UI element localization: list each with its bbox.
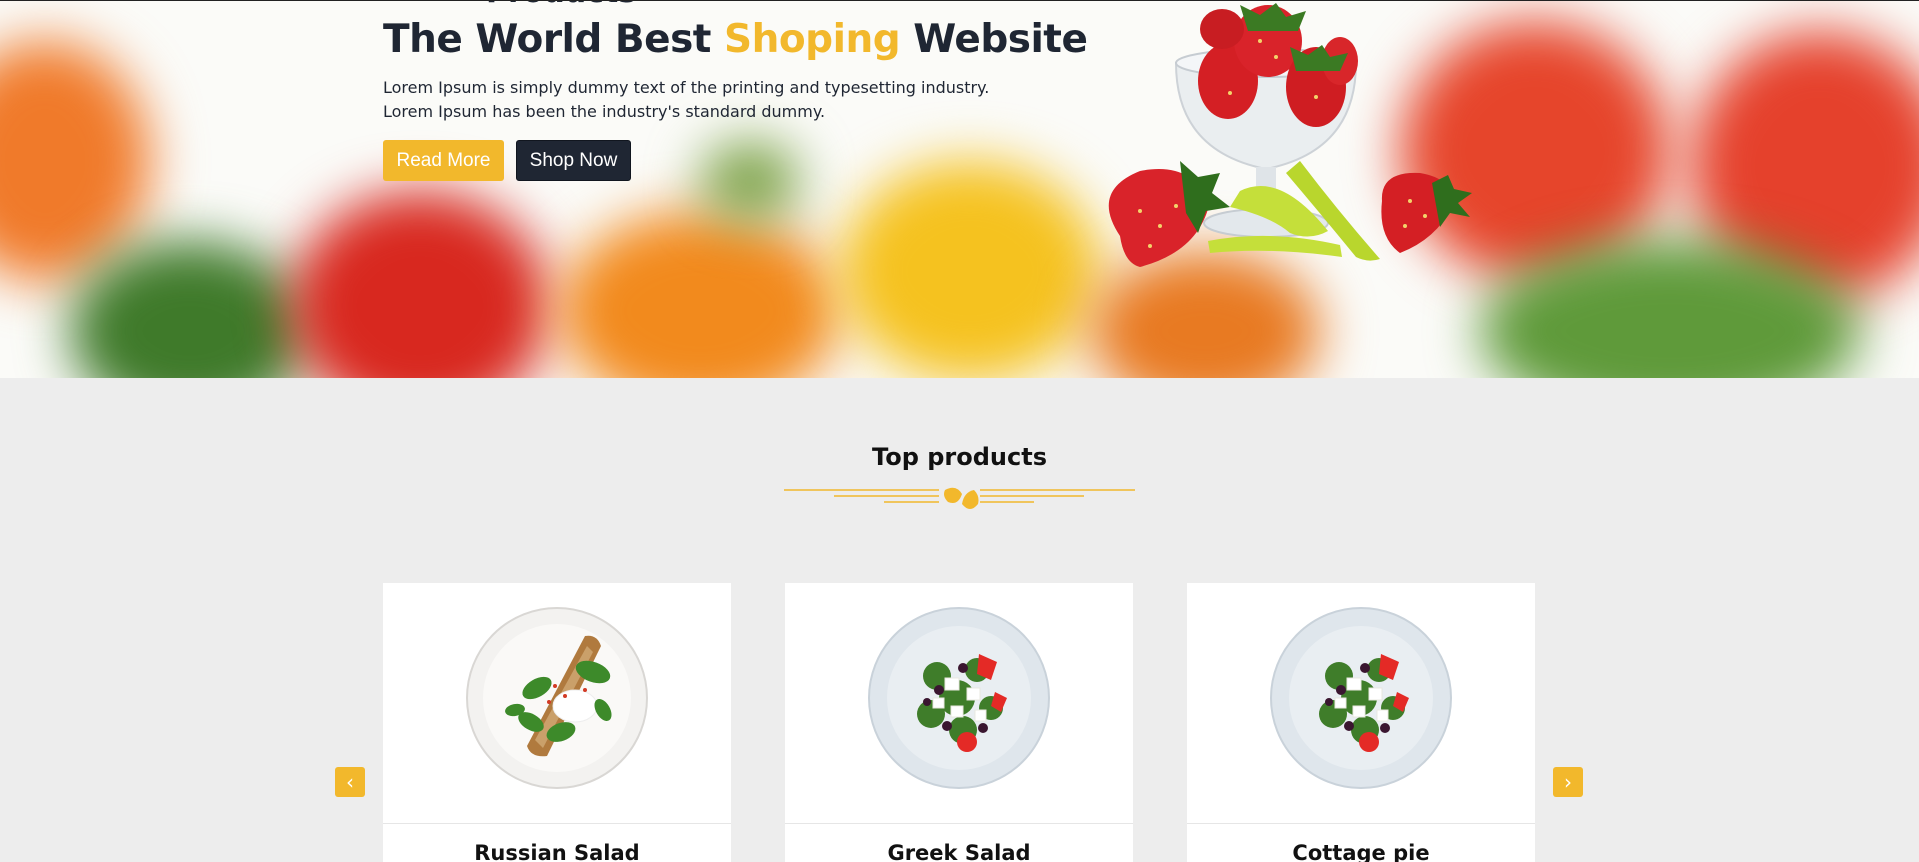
product-name: Russian Salad	[474, 841, 640, 862]
carousel-prev-button[interactable]: ‹	[335, 767, 365, 797]
chevron-right-icon: ›	[1564, 770, 1572, 794]
bg-pepper-red	[290, 191, 550, 378]
product-card[interactable]: Cottage pie	[1187, 583, 1535, 862]
shop-now-button[interactable]: Shop Now	[516, 140, 631, 181]
section-divider	[784, 487, 1135, 509]
carousel-next-button[interactable]: ›	[1553, 767, 1583, 797]
hero-banner: Products The World Best Shoping Website …	[0, 0, 1919, 378]
leaf-icon	[944, 487, 979, 509]
product-name: Cottage pie	[1292, 841, 1430, 862]
product-name: Greek Salad	[887, 841, 1031, 862]
card-divider	[1187, 823, 1535, 824]
hero-title-part2: Website	[900, 17, 1088, 62]
greek-salad-plate-image	[1270, 607, 1452, 789]
toast-spinach-plate-image	[466, 607, 648, 789]
bg-broccoli	[70, 241, 310, 378]
bg-pepper-orange	[0, 41, 150, 281]
strawberry-bowl-image	[1108, 3, 1472, 267]
hero-title-part1: The World Best	[383, 17, 725, 62]
chevron-left-icon: ‹	[346, 770, 354, 794]
card-divider	[785, 823, 1133, 824]
clipped-heading: Products	[486, 1, 636, 10]
hero-title-highlight: Shoping	[724, 17, 901, 62]
section-title: Top products	[872, 443, 1047, 471]
hero-description-line1: Lorem Ipsum is simply dummy text of the …	[383, 78, 990, 97]
bg-pepper-yellow	[840, 161, 1100, 378]
greek-salad-plate-image	[868, 607, 1050, 789]
hero-description: Lorem Ipsum is simply dummy text of the …	[383, 76, 1003, 124]
card-divider	[383, 823, 731, 824]
product-card[interactable]: Greek Salad	[785, 583, 1133, 862]
read-more-button[interactable]: Read More	[383, 140, 504, 181]
bg-pepper-orange-2	[560, 211, 840, 378]
hero-description-line2: Lorem Ipsum has been the industry's stan…	[383, 102, 826, 121]
hero-title: The World Best Shoping Website	[383, 17, 1088, 62]
bg-stem	[700, 141, 800, 221]
product-card[interactable]: Russian Salad	[383, 583, 731, 862]
